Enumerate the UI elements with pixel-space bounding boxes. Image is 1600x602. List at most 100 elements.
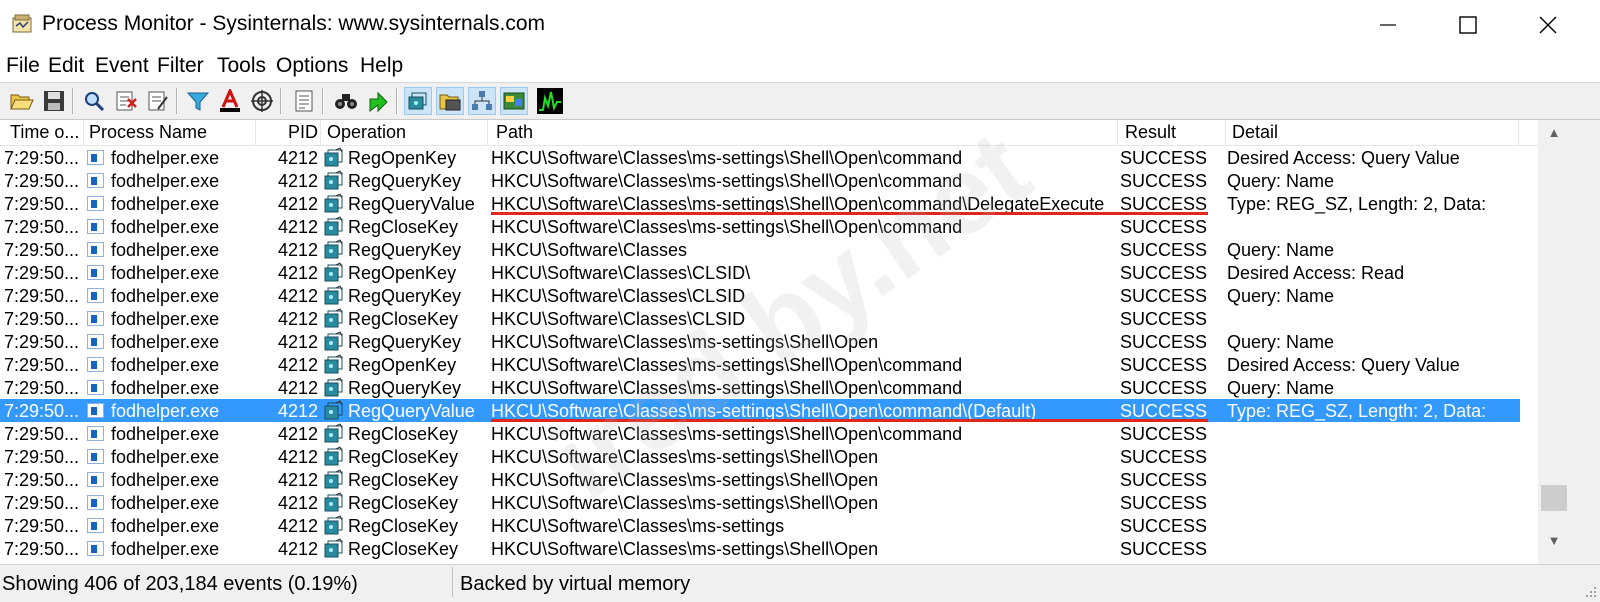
toolbar-separator (322, 88, 324, 114)
resize-grip-icon[interactable] (1582, 583, 1598, 599)
table-row[interactable]: 7:29:50... fodhelper.exe 4212 RegCloseKey HK… (0, 215, 1520, 238)
scroll-down-button[interactable]: ▼ (1538, 528, 1570, 552)
find-icon (335, 94, 357, 109)
time-cell: 7:29:50... (4, 355, 80, 375)
properties-icon (295, 90, 313, 112)
toolbar-separator (72, 88, 74, 114)
registry-activity-button[interactable] (404, 87, 432, 115)
table-row[interactable]: 7:29:50... fodhelper.exe 4212 RegOpenKey HKC… (0, 261, 1520, 284)
maximize-icon (1459, 16, 1477, 34)
time-cell: 7:29:50... (4, 401, 80, 421)
column-header-operation[interactable]: Operation (327, 122, 406, 143)
table-row[interactable]: 7:29:50... fodhelper.exe 4212 RegCloseKey HK… (0, 514, 1520, 537)
table-row[interactable]: 7:29:50... fodhelper.exe 4212 RegCloseKey HK… (0, 537, 1520, 560)
clear-display-button[interactable] (144, 87, 172, 115)
pid-cell: 4212 (277, 355, 318, 375)
menu-event[interactable]: Event (95, 54, 149, 78)
magnify-button[interactable] (80, 87, 108, 115)
column-divider[interactable] (487, 120, 488, 145)
table-row[interactable]: 7:29:50... fodhelper.exe 4212 RegOpenKey HKC… (0, 146, 1520, 169)
network-activity-button[interactable] (468, 87, 496, 115)
menu-options[interactable]: Options (276, 54, 348, 78)
scroll-thumb[interactable] (1541, 485, 1567, 511)
include-process-button[interactable] (248, 87, 276, 115)
jump-to-button[interactable] (364, 87, 392, 115)
column-divider[interactable] (1117, 120, 1118, 145)
properties-button[interactable] (290, 87, 318, 115)
scroll-up-button[interactable]: ▲ (1538, 120, 1570, 144)
registry-operation-icon (324, 538, 343, 558)
pid-cell: 4212 (277, 447, 318, 467)
open-button[interactable] (8, 87, 36, 115)
column-header-result[interactable]: Result (1125, 122, 1176, 143)
toolbar-separator (396, 88, 398, 114)
menu-edit[interactable]: Edit (48, 54, 84, 78)
filter-button[interactable] (184, 87, 212, 115)
column-header-path[interactable]: Path (496, 122, 533, 143)
save-button[interactable] (40, 87, 68, 115)
column-divider[interactable] (1518, 120, 1519, 145)
operation-cell: RegQueryValue (348, 194, 475, 214)
time-cell: 7:29:50... (4, 217, 80, 237)
time-cell: 7:29:50... (4, 263, 80, 283)
toolbar-separator (280, 88, 282, 114)
registry-operation-icon (324, 239, 343, 259)
operation-cell: RegQueryKey (348, 332, 462, 352)
menu-file[interactable]: File (6, 54, 40, 78)
table-row[interactable]: 7:29:50... fodhelper.exe 4212 RegQueryKey HK… (0, 238, 1520, 261)
column-divider[interactable] (320, 120, 321, 145)
column-header-pid[interactable]: PID (288, 122, 318, 143)
process-name-cell: fodhelper.exe (111, 240, 220, 260)
table-row[interactable]: 7:29:50... fodhelper.exe 4212 RegQueryKey HK… (0, 330, 1520, 353)
detail-cell: Query: Name (1227, 332, 1335, 352)
table-row[interactable]: 7:29:50... fodhelper.exe 4212 RegCloseKey HK… (0, 468, 1520, 491)
process-monitor-app-icon (12, 14, 32, 33)
time-cell: 7:29:50... (4, 309, 80, 329)
pid-cell: 4212 (277, 217, 318, 237)
process-icon (87, 541, 104, 556)
profiling-events-button[interactable] (536, 87, 564, 115)
table-row[interactable]: 7:29:50... fodhelper.exe 4212 RegCloseKey HK… (0, 445, 1520, 468)
path-cell: HKCU\Software\Classes\CLSID\ (491, 263, 751, 283)
title-bar: Process Monitor - Sysinternals: www.sysi… (0, 0, 1600, 50)
autoscroll-button[interactable] (112, 87, 140, 115)
detail-cell: Type: REG_SZ, Length: 2, Data: (1227, 194, 1487, 214)
vertical-scrollbar[interactable]: ▲ ▼ (1538, 120, 1570, 564)
process-icon (87, 449, 104, 464)
operation-cell: RegQueryKey (348, 171, 462, 191)
table-row[interactable]: 7:29:50... fodhelper.exe 4212 RegQueryKey HK… (0, 169, 1520, 192)
file-activity-button[interactable] (436, 87, 464, 115)
highlight-icon (220, 89, 240, 112)
column-header-detail[interactable]: Detail (1232, 122, 1278, 143)
column-header-time[interactable]: Time o... (10, 122, 79, 143)
maximize-button[interactable] (1428, 0, 1508, 50)
highlight-button[interactable] (216, 87, 244, 115)
process-name-cell: fodhelper.exe (111, 447, 220, 467)
table-row[interactable]: 7:29:50... fodhelper.exe 4212 RegCloseKey HK… (0, 307, 1520, 330)
chevron-down-icon: ▼ (1547, 532, 1561, 548)
table-row[interactable]: 7:29:50... fodhelper.exe 4212 RegQueryKey HK… (0, 284, 1520, 307)
table-row[interactable]: 7:29:50... fodhelper.exe 4212 RegCloseKey HK… (0, 491, 1520, 514)
table-row[interactable]: 7:29:50... fodhelper.exe 4212 RegQueryKey HK… (0, 376, 1520, 399)
process-icon (87, 495, 104, 510)
clear-icon (148, 91, 168, 111)
column-divider[interactable] (83, 120, 84, 145)
table-row[interactable]: 7:29:50... fodhelper.exe 4212 RegOpenKey HKC… (0, 353, 1520, 376)
table-row[interactable]: 7:29:50... fodhelper.exe 4212 RegCloseKey HK… (0, 422, 1520, 445)
find-button[interactable] (332, 87, 360, 115)
process-name-cell: fodhelper.exe (111, 516, 220, 536)
pid-cell: 4212 (277, 332, 318, 352)
operation-cell: RegCloseKey (348, 470, 459, 490)
menu-help[interactable]: Help (360, 54, 403, 78)
minimize-button[interactable] (1348, 0, 1428, 50)
close-button[interactable] (1508, 0, 1588, 50)
path-cell: HKCU\Software\Classes\ms-settings\Shell\… (491, 332, 879, 352)
menu-filter[interactable]: Filter (157, 54, 204, 78)
column-divider[interactable] (1225, 120, 1226, 145)
process-activity-button[interactable] (500, 87, 528, 115)
process-icon (87, 380, 104, 395)
menu-tools[interactable]: Tools (217, 54, 266, 78)
column-header-process[interactable]: Process Name (89, 122, 207, 143)
column-divider[interactable] (255, 120, 256, 145)
detail-cell: Desired Access: Read (1227, 263, 1405, 283)
